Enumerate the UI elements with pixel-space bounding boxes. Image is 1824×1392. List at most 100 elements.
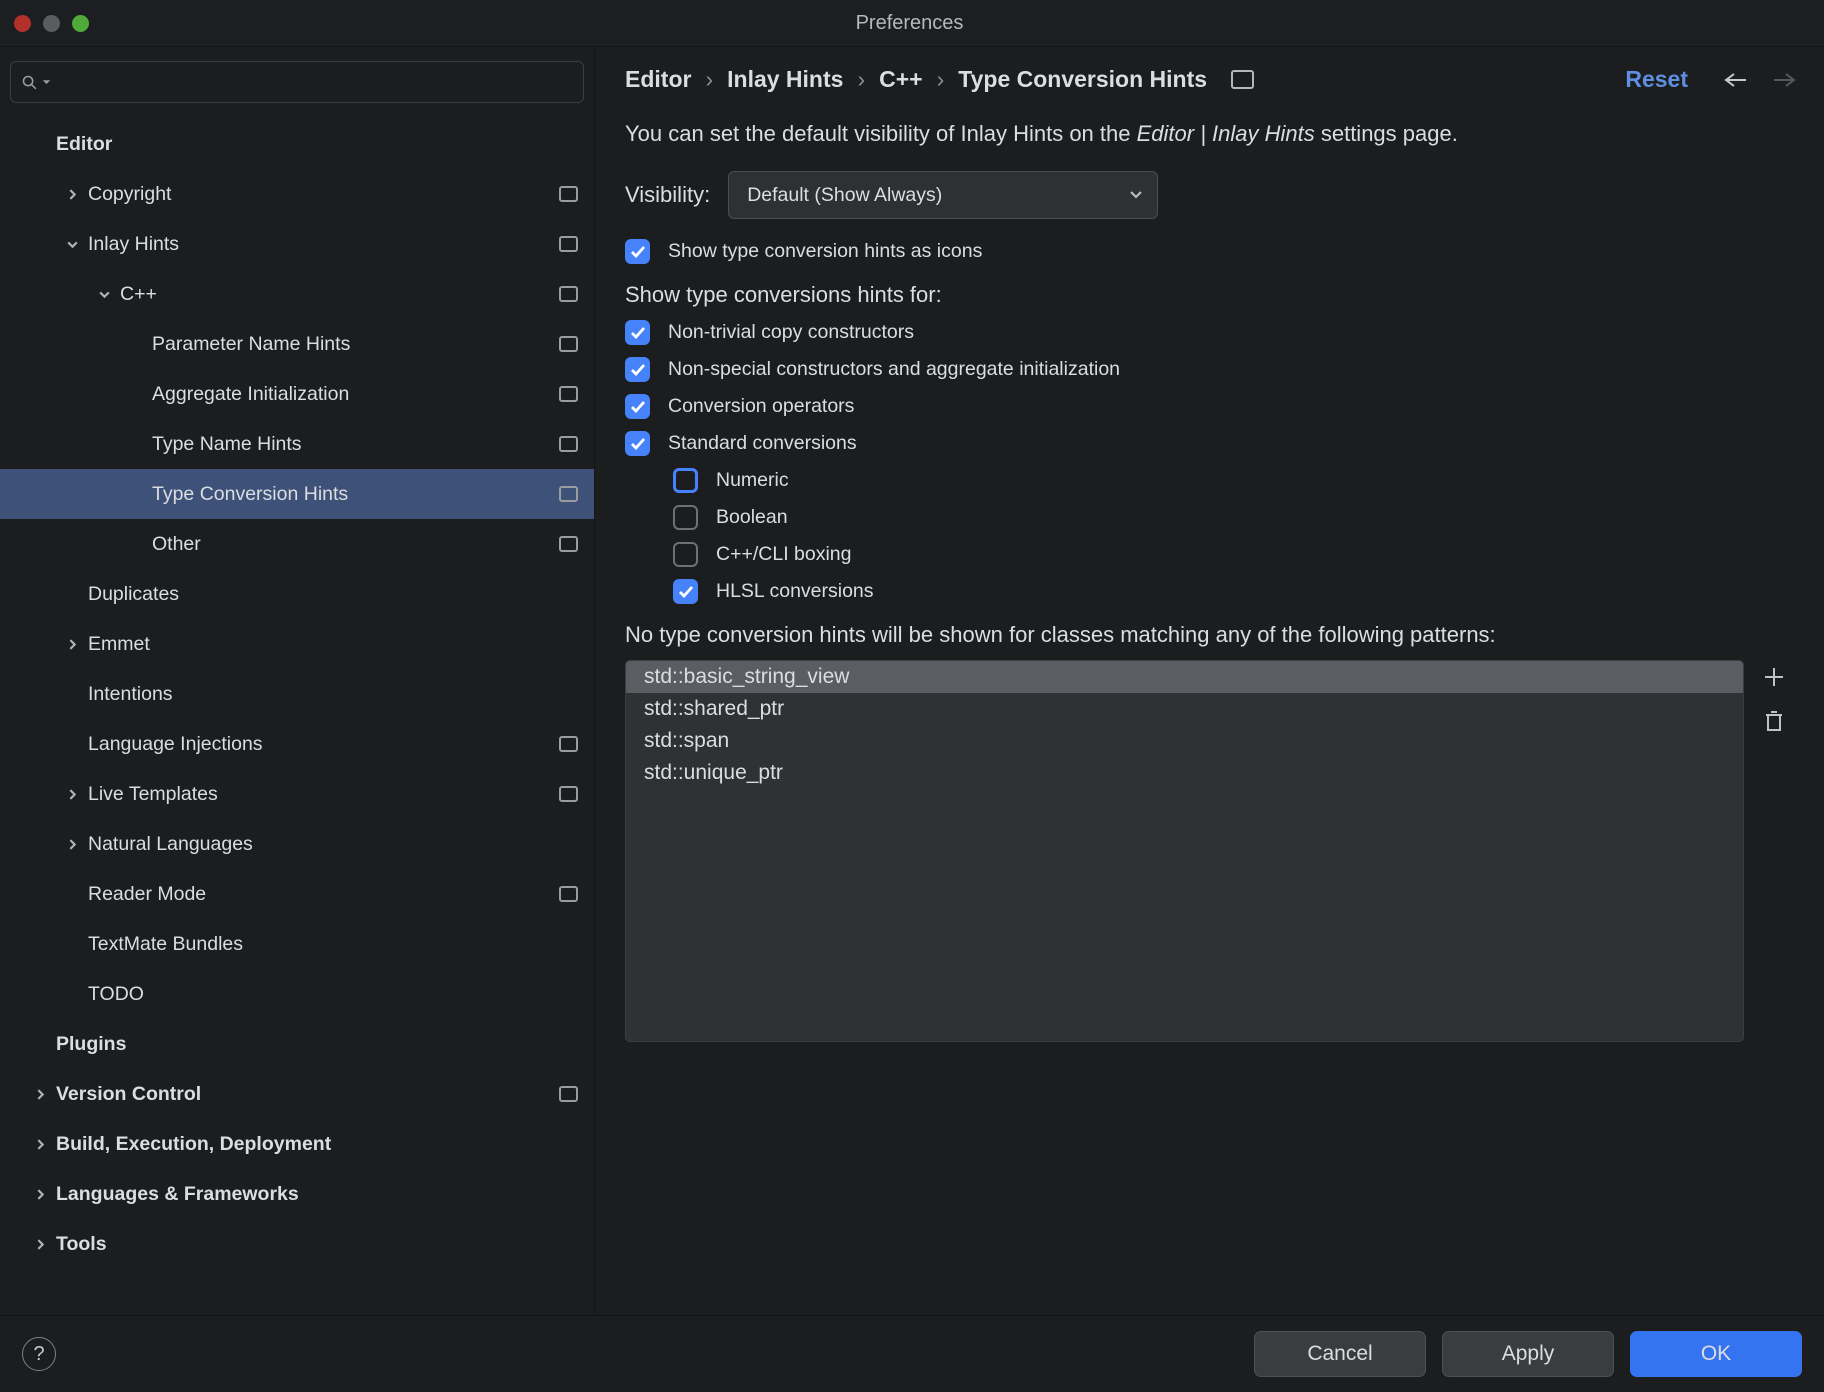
sidebar-item-languages-frameworks[interactable]: Languages & Frameworks	[0, 1169, 594, 1219]
traffic-lights	[14, 15, 89, 32]
sidebar-item-label: Inlay Hints	[88, 233, 551, 256]
subcheck-label: C++/CLI boxing	[716, 543, 852, 566]
scope-project-icon	[559, 886, 578, 902]
sidebar-item-build-execution-deployment[interactable]: Build, Execution, Deployment	[0, 1119, 594, 1169]
sidebar-item-editor[interactable]: Editor	[0, 119, 594, 169]
cancel-button[interactable]: Cancel	[1254, 1331, 1426, 1377]
check-label: Conversion operators	[668, 395, 854, 418]
search-input[interactable]	[10, 61, 584, 103]
sidebar-item-todo[interactable]: TODO	[0, 969, 594, 1019]
scope-project-icon	[559, 336, 578, 352]
sidebar-item-plugins[interactable]: Plugins	[0, 1019, 594, 1069]
crumb-editor[interactable]: Editor	[625, 66, 691, 93]
sidebar-item-reader-mode[interactable]: Reader Mode	[0, 869, 594, 919]
zoom-window-icon[interactable]	[72, 15, 89, 32]
scope-project-icon	[559, 1086, 578, 1102]
sidebar-item-version-control[interactable]: Version Control	[0, 1069, 594, 1119]
checkbox-icon	[625, 394, 650, 419]
sidebar-item-natural-languages[interactable]: Natural Languages	[0, 819, 594, 869]
chevron-down-icon	[88, 288, 120, 301]
check-non-trivial-copy-constructors[interactable]: Non-trivial copy constructors	[625, 320, 1794, 345]
sidebar-item-language-injections[interactable]: Language Injections	[0, 719, 594, 769]
help-button[interactable]: ?	[22, 1337, 56, 1371]
sidebar-item-label: Natural Languages	[88, 833, 578, 856]
sidebar-item-label: Languages & Frameworks	[56, 1183, 578, 1206]
checkbox-icon	[673, 542, 698, 567]
sidebar-item-intentions[interactable]: Intentions	[0, 669, 594, 719]
reset-link[interactable]: Reset	[1625, 66, 1688, 93]
pattern-row[interactable]: std::basic_string_view	[626, 661, 1743, 693]
sidebar-item-label: Plugins	[56, 1033, 578, 1056]
check-conversion-operators[interactable]: Conversion operators	[625, 394, 1794, 419]
chevron-down-icon	[56, 238, 88, 251]
dropdown-icon	[42, 79, 51, 86]
show-icons-check[interactable]: Show type conversion hints as icons	[625, 239, 1794, 264]
sidebar-item-label: Editor	[56, 133, 578, 156]
checkbox-icon	[625, 357, 650, 382]
forward-icon[interactable]	[1772, 71, 1796, 89]
check-standard-conversions[interactable]: Standard conversions	[625, 431, 1794, 456]
exclude-patterns-list[interactable]: std::basic_string_viewstd::shared_ptrstd…	[625, 660, 1744, 1042]
body: Editor Copyright Inlay Hints C++ Parameter N…	[0, 47, 1824, 1315]
visibility-select[interactable]: Default (Show Always)	[728, 171, 1158, 219]
exclude-label: No type conversion hints will be shown f…	[625, 622, 1794, 648]
checkbox-icon	[625, 431, 650, 456]
sidebar-item-label: C++	[120, 283, 551, 306]
check-non-special-constructors-and-aggregate-initialization[interactable]: Non-special constructors and aggregate i…	[625, 357, 1794, 382]
search-field[interactable]	[55, 70, 573, 94]
sidebar-item-label: Reader Mode	[88, 883, 551, 906]
apply-button[interactable]: Apply	[1442, 1331, 1614, 1377]
checkbox-icon	[625, 239, 650, 264]
history-nav	[1724, 71, 1796, 89]
sidebar-item-copyright[interactable]: Copyright	[0, 169, 594, 219]
subcheck-label: Numeric	[716, 469, 789, 492]
crumb-inlay-hints[interactable]: Inlay Hints	[727, 66, 843, 93]
sidebar-item-other[interactable]: Other	[0, 519, 594, 569]
delete-icon[interactable]	[1763, 710, 1785, 732]
subcheck-c-cli-boxing[interactable]: C++/CLI boxing	[673, 542, 1794, 567]
subcheck-numeric[interactable]: Numeric	[673, 468, 1794, 493]
sidebar-item-live-templates[interactable]: Live Templates	[0, 769, 594, 819]
scope-project-icon	[559, 486, 578, 502]
subcheck-boolean[interactable]: Boolean	[673, 505, 1794, 530]
sidebar-item-textmate-bundles[interactable]: TextMate Bundles	[0, 919, 594, 969]
sidebar-item-emmet[interactable]: Emmet	[0, 619, 594, 669]
scope-project-icon	[1231, 70, 1254, 89]
pattern-row[interactable]: std::shared_ptr	[626, 693, 1743, 725]
footer: ? Cancel Apply OK	[0, 1315, 1824, 1392]
sidebar-item-type-conversion-hints[interactable]: Type Conversion Hints	[0, 469, 594, 519]
preferences-window: Preferences EditorCopyrightInlay HintsC+…	[0, 0, 1824, 1392]
minimize-window-icon[interactable]	[43, 15, 60, 32]
pattern-row[interactable]: std::span	[626, 725, 1743, 757]
check-label: Non-trivial copy constructors	[668, 321, 914, 344]
scope-project-icon	[559, 786, 578, 802]
add-icon[interactable]	[1763, 666, 1785, 688]
pattern-row[interactable]: std::unique_ptr	[626, 757, 1743, 789]
search-icon	[21, 74, 38, 91]
sidebar-item-duplicates[interactable]: Duplicates	[0, 569, 594, 619]
show-icons-label: Show type conversion hints as icons	[668, 240, 982, 263]
ok-button[interactable]: OK	[1630, 1331, 1802, 1377]
back-icon[interactable]	[1724, 71, 1748, 89]
settings-tree[interactable]: Editor Copyright Inlay Hints C++ Parameter N…	[0, 113, 594, 1315]
sidebar-item-parameter-name-hints[interactable]: Parameter Name Hints	[0, 319, 594, 369]
close-window-icon[interactable]	[14, 15, 31, 32]
sidebar-item-label: Duplicates	[88, 583, 578, 606]
crumb-cpp[interactable]: C++	[879, 66, 922, 93]
sidebar-item-inlay-hints[interactable]: Inlay Hints	[0, 219, 594, 269]
sidebar-item-type-name-hints[interactable]: Type Name Hints	[0, 419, 594, 469]
sidebar-item-label: Build, Execution, Deployment	[56, 1133, 578, 1156]
sidebar-item-label: Version Control	[56, 1083, 551, 1106]
sidebar-item-c-[interactable]: C++	[0, 269, 594, 319]
scope-project-icon	[559, 436, 578, 452]
show-for-label: Show type conversions hints for:	[625, 282, 1794, 308]
sidebar-item-label: Tools	[56, 1233, 578, 1256]
checkbox-icon	[625, 320, 650, 345]
subcheck-hlsl-conversions[interactable]: HLSL conversions	[673, 579, 1794, 604]
sidebar-item-aggregate-initialization[interactable]: Aggregate Initialization	[0, 369, 594, 419]
checkbox-icon	[673, 468, 698, 493]
sidebar-item-tools[interactable]: Tools	[0, 1219, 594, 1269]
chevron-right-icon	[56, 788, 88, 801]
visibility-label: Visibility:	[625, 182, 710, 208]
content-panel: Editor › Inlay Hints › C++ › Type Conver…	[595, 47, 1824, 1315]
